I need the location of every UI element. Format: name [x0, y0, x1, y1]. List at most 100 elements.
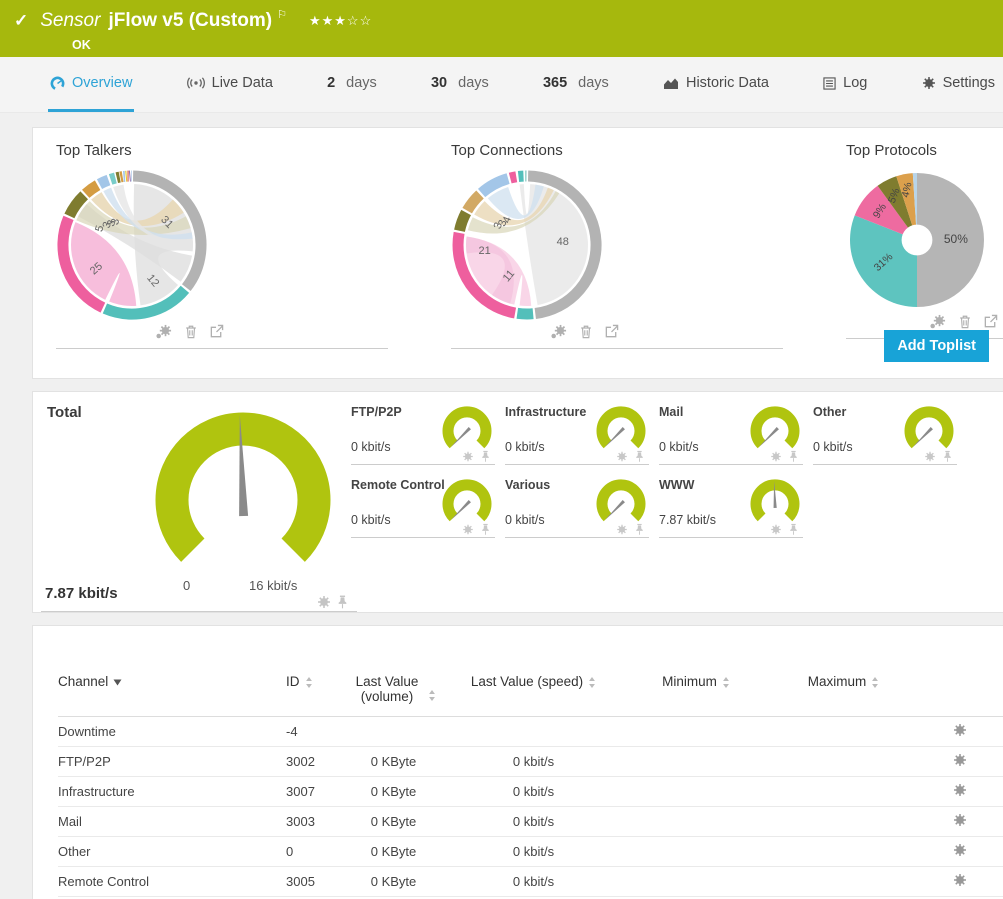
settings-gear-icon[interactable]	[156, 324, 173, 344]
settings-gear-icon[interactable]	[551, 324, 568, 344]
divider	[351, 537, 495, 538]
channel-settings-gear-icon[interactable]	[953, 813, 967, 830]
divider	[659, 537, 803, 538]
toplist-top-protocols: Top Protocols 50%31%9%5%4%	[846, 142, 1003, 339]
tab-label: Historic Data	[686, 75, 769, 91]
sort-both-icon	[428, 687, 436, 704]
sort-both-icon	[722, 674, 730, 691]
log-list-icon	[823, 77, 836, 90]
tab-log[interactable]: Log	[821, 57, 869, 112]
gauge-scale-max: 16 kbit/s	[249, 578, 297, 593]
gauges-panel: Total 7.87 kbit/s 0 16 kbit/s FTP/P2P0 k…	[32, 391, 1003, 613]
channel-settings-gear-icon[interactable]	[953, 723, 967, 740]
table-row[interactable]: Downtime-4	[58, 717, 1003, 747]
channel-gauge-cell: FTP/P2P0 kbit/s	[351, 402, 505, 475]
cell-last-value-volume: 0 KByte	[341, 754, 446, 769]
cell-id: 3002	[286, 754, 341, 769]
channel-gauge-cell: Infrastructure0 kbit/s	[505, 402, 659, 475]
add-toplist-button[interactable]: Add Toplist	[884, 330, 989, 362]
tab-historic-data[interactable]: Historic Data	[661, 57, 771, 112]
cell-id: -4	[286, 724, 341, 739]
tab-label: Log	[843, 75, 867, 91]
tab-30-days[interactable]: 30 days	[429, 57, 491, 112]
cell-id: 0	[286, 844, 341, 859]
channel-settings-gear-icon[interactable]	[953, 873, 967, 890]
cell-channel: FTP/P2P	[58, 754, 286, 769]
flag-icon[interactable]: ⚐	[277, 8, 287, 21]
tab-label: Settings	[943, 75, 995, 91]
top-talkers-chord-chart[interactable]: 3112255333	[56, 169, 208, 321]
gauge-channel-value: 0 kbit/s	[351, 513, 391, 527]
divider	[451, 348, 783, 349]
tab-365-days[interactable]: 365 days	[541, 57, 611, 112]
page-title: jFlow v5 (Custom)	[108, 10, 272, 32]
divider	[813, 464, 957, 465]
status-check-icon: ✓	[14, 11, 28, 31]
table-row[interactable]: Other00 KByte0 kbit/s	[58, 837, 1003, 867]
gauge-actions	[769, 522, 799, 541]
open-external-icon[interactable]	[604, 324, 619, 344]
divider	[659, 464, 803, 465]
gauge-actions	[615, 522, 645, 541]
table-row[interactable]: Mail30030 KByte0 kbit/s	[58, 807, 1003, 837]
tab-bar: Overview Live Data 2 days 30 days 365 da…	[0, 57, 1003, 113]
open-external-icon[interactable]	[209, 324, 224, 344]
gauge-actions	[769, 449, 799, 468]
divider	[505, 464, 649, 465]
gauge-channel-value: 0 kbit/s	[813, 440, 853, 454]
priority-stars[interactable]: ★★★☆☆	[309, 13, 372, 29]
cell-last-value-speed: 0 kbit/s	[446, 874, 621, 889]
channel-settings-gear-icon[interactable]	[953, 753, 967, 770]
table-row[interactable]: Infrastructure30070 KByte0 kbit/s	[58, 777, 1003, 807]
table-row[interactable]: Remote Control30050 KByte0 kbit/s	[58, 867, 1003, 897]
tab-2-days[interactable]: 2 days	[325, 57, 379, 112]
prtg-sensor-page: ✓ Sensor jFlow v5 (Custom) ⚐ ★★★☆☆ OK Ov…	[0, 0, 1003, 899]
cell-channel: Downtime	[58, 724, 286, 739]
sensor-header: ✓ Sensor jFlow v5 (Custom) ⚐ ★★★☆☆ OK	[0, 0, 1003, 57]
area-chart-icon	[663, 77, 679, 90]
table-header-row: Channel ID Last Value (volume) Last Valu…	[58, 674, 1003, 717]
column-header-last-value-volume[interactable]: Last Value (volume)	[341, 674, 446, 704]
cell-channel: Mail	[58, 814, 286, 829]
delete-trash-icon[interactable]	[184, 324, 198, 344]
cell-last-value-volume: 0 KByte	[341, 874, 446, 889]
sort-both-icon	[305, 674, 313, 691]
toplist-title: Top Protocols	[846, 142, 1003, 159]
total-gauge-value: 7.87 kbit/s	[45, 585, 118, 602]
channel-gauge-cell: Various0 kbit/s	[505, 475, 659, 548]
column-header-minimum[interactable]: Minimum	[621, 674, 771, 704]
cell-last-value-volume: 0 KByte	[341, 844, 446, 859]
cell-id: 3003	[286, 814, 341, 829]
toplists-panel: Top Talkers 3112255333 Top Connections 4…	[32, 127, 1003, 379]
table-row[interactable]: FTP/P2P30020 KByte0 kbit/s	[58, 747, 1003, 777]
column-header-last-value-speed[interactable]: Last Value (speed)	[446, 674, 621, 704]
cell-last-value-speed: 0 kbit/s	[446, 784, 621, 799]
column-header-id[interactable]: ID	[286, 674, 341, 704]
column-header-maximum[interactable]: Maximum	[771, 674, 916, 704]
channel-settings-gear-icon[interactable]	[953, 783, 967, 800]
cell-last-value-volume: 0 KByte	[341, 814, 446, 829]
cell-last-value-speed: 0 kbit/s	[446, 754, 621, 769]
toplist-actions	[56, 324, 224, 344]
delete-trash-icon[interactable]	[579, 324, 593, 344]
top-connections-chord-chart[interactable]: 482111334	[451, 169, 603, 321]
gauge-actions	[923, 449, 953, 468]
cell-last-value-speed: 0 kbit/s	[446, 844, 621, 859]
tab-settings[interactable]: Settings	[920, 57, 997, 112]
cell-channel: Other	[58, 844, 286, 859]
overview-gauge-icon	[50, 76, 65, 91]
gauge-actions	[615, 449, 645, 468]
column-header-channel[interactable]: Channel	[58, 674, 286, 704]
svg-text:21: 21	[479, 245, 491, 257]
svg-text:50%: 50%	[944, 232, 968, 246]
top-protocols-pie-chart[interactable]: 50%31%9%5%4%	[846, 169, 988, 311]
divider	[505, 537, 649, 538]
tab-live-data[interactable]: Live Data	[185, 57, 275, 112]
sort-desc-icon	[113, 674, 122, 689]
svg-text:48: 48	[557, 236, 569, 248]
channel-settings-gear-icon[interactable]	[953, 843, 967, 860]
tab-overview[interactable]: Overview	[48, 57, 134, 112]
channel-gauges-grid: FTP/P2P0 kbit/sInfrastructure0 kbit/sMai…	[351, 402, 967, 548]
gauge-scale-min: 0	[183, 578, 190, 593]
sort-both-icon	[871, 674, 879, 691]
